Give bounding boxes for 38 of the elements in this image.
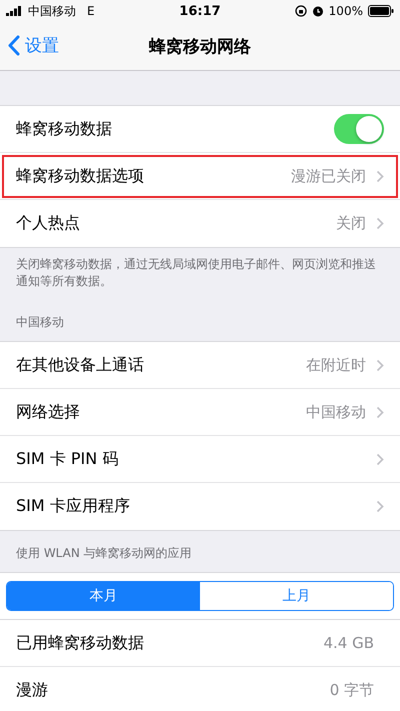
battery-percent: 100% — [328, 4, 363, 18]
alarm-icon — [312, 5, 324, 17]
chevron-right-icon — [376, 358, 384, 372]
row-label: SIM 卡 PIN 码 — [16, 448, 120, 470]
row-label: 蜂窝移动数据选项 — [16, 166, 145, 186]
row-label: 在其他设备上通话 — [16, 354, 145, 376]
row-label: 网络选择 — [16, 402, 81, 422]
battery-icon — [368, 5, 394, 17]
toggle-switch[interactable] — [334, 114, 384, 144]
row-value: 4.4 GB — [323, 634, 374, 652]
back-button[interactable]: 设置 — [8, 34, 59, 57]
row-value: 在附近时 — [306, 356, 366, 374]
segment-tab[interactable]: 本月 — [7, 582, 200, 610]
status-time: 16:17 — [179, 4, 221, 18]
chevron-right-icon — [376, 500, 384, 513]
row-label: 个人热点 — [16, 213, 81, 234]
network-type: E — [87, 4, 95, 18]
page-title: 蜂窝移动网络 — [149, 36, 251, 58]
settings-row[interactable]: 蜂窝移动数据选项 漫游已关闭 — [0, 153, 400, 200]
row-label: 已用蜂窝移动数据 — [16, 632, 145, 654]
section-header: 使用 WLAN 与蜂窝移动网的应用 — [15, 545, 193, 562]
row-label: SIM 卡应用程序 — [16, 496, 131, 517]
row-label: 漫游 — [16, 680, 49, 701]
row-value: 关闭 — [336, 214, 366, 233]
row-value: 漫游已关闭 — [291, 166, 366, 186]
row-value: 中国移动 — [306, 402, 366, 422]
chevron-right-icon — [376, 170, 384, 182]
chevron-right-icon — [376, 452, 384, 466]
row-value: 0 字节 — [330, 681, 374, 700]
chevron-right-icon — [376, 406, 384, 418]
rotation-lock-icon — [294, 5, 307, 17]
row-label: 蜂窝移动数据 — [16, 118, 113, 140]
chevron-right-icon — [376, 217, 384, 230]
section-header: 中国移动 — [15, 314, 65, 331]
signal-icon — [6, 6, 23, 16]
section-footer: 关闭蜂窝移动数据，通过无线局域网使用电子邮件、网页浏览和推送通知等所有数据。 — [0, 248, 400, 300]
chevron-left-icon — [8, 35, 20, 56]
carrier-name: 中国移动 — [28, 2, 76, 20]
